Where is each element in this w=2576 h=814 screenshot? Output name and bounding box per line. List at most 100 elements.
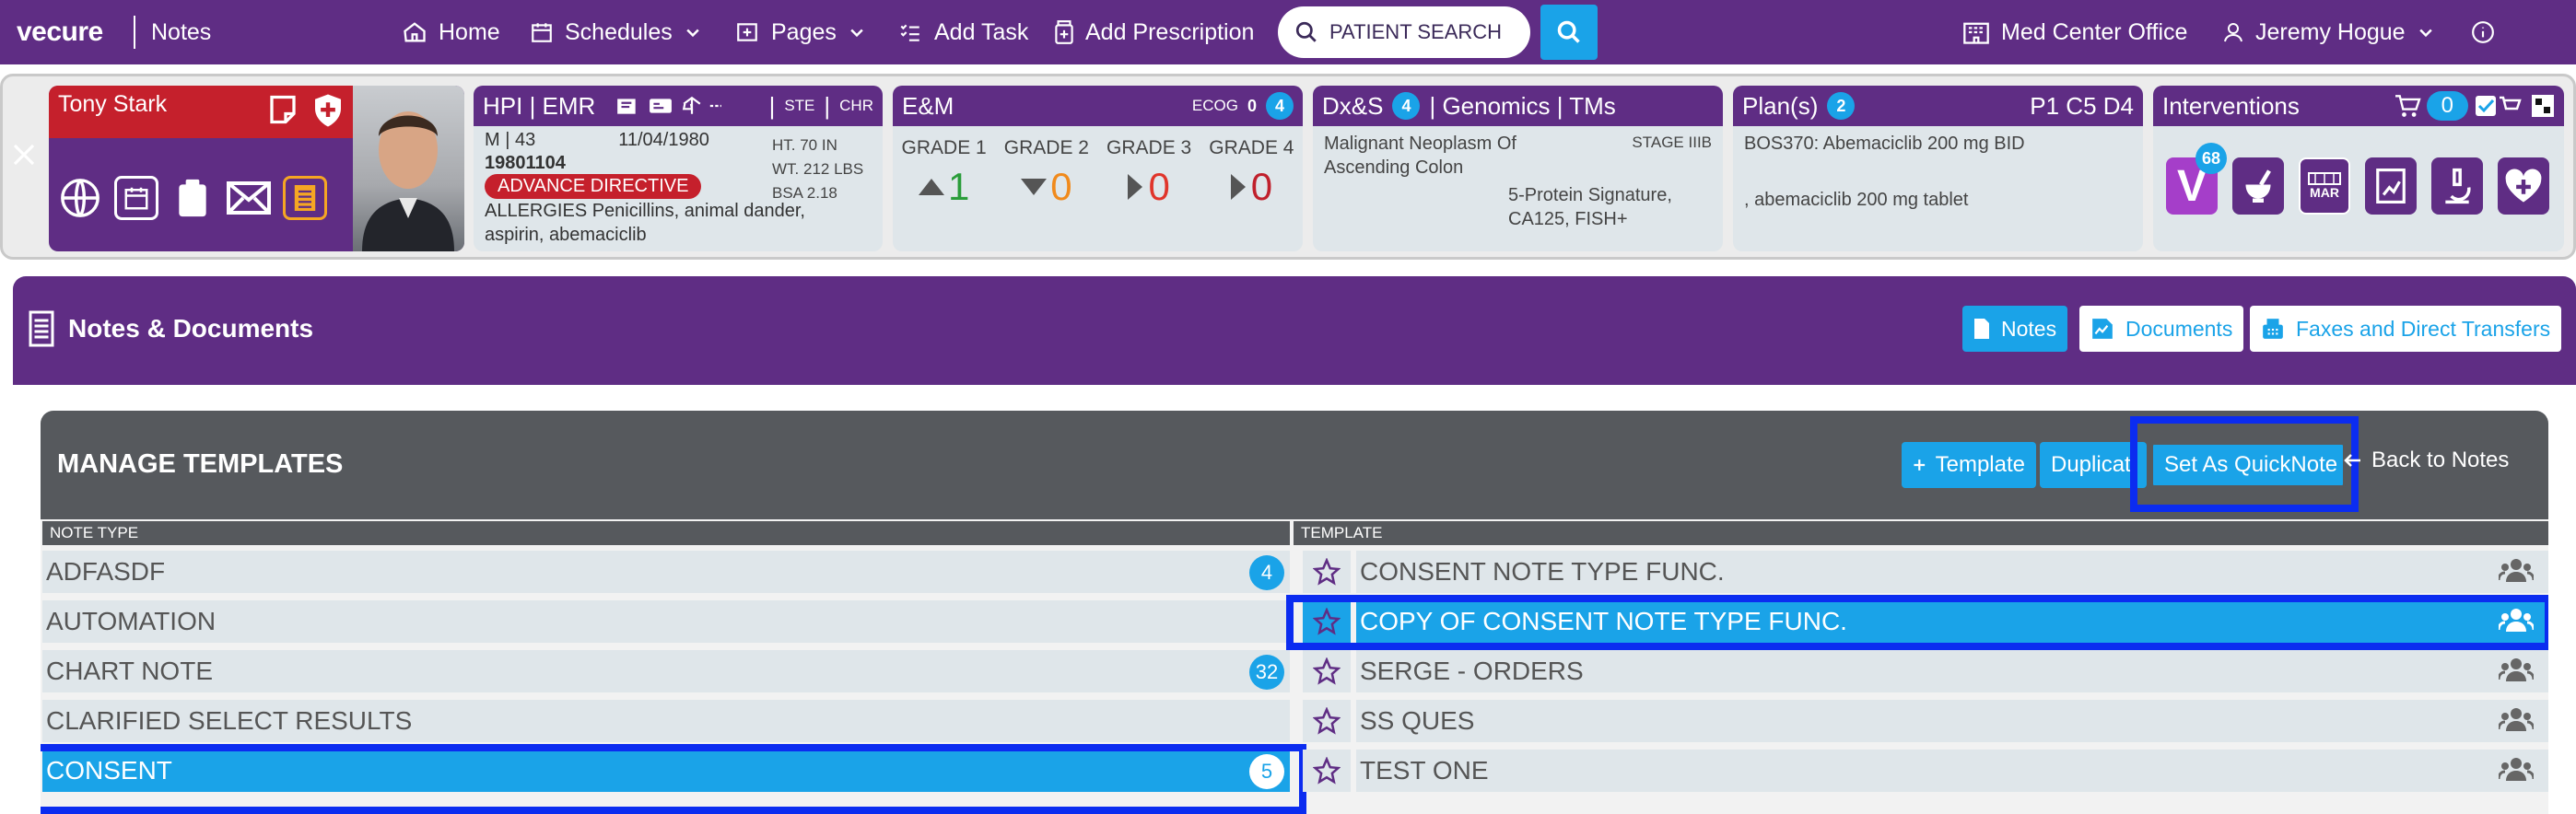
mortar-pestle-icon[interactable] — [2232, 157, 2284, 215]
template-name: COPY OF CONSENT NOTE TYPE FUNC. — [1360, 607, 1847, 635]
ecog-value: 0 — [1247, 96, 1257, 115]
grade-3[interactable]: GRADE 3 0 — [1103, 137, 1195, 209]
heart-plus-icon[interactable] — [2498, 157, 2549, 215]
nav-add-task[interactable]: Add Task — [897, 0, 1028, 64]
plan-card[interactable]: Plan(s) 2 P1 C5 D4 BOS370: Abemaciclib 2… — [1733, 86, 2143, 251]
info-button[interactable] — [2471, 0, 2495, 64]
patient-search-input[interactable] — [1329, 20, 1514, 44]
clipboard-icon[interactable] — [170, 176, 215, 220]
hpi-emr-card[interactable]: HPI | EMR | STE | CHR M | 43 11/04/1980 198… — [474, 86, 883, 251]
prescription-icon — [1054, 19, 1074, 45]
note-type-row-clarified-select-results[interactable]: CLARIFIED SELECT RESULTS — [42, 700, 1290, 742]
medical-cross-icon[interactable] — [309, 91, 347, 130]
patient-name: Tony Stark — [58, 91, 168, 117]
microscope-icon[interactable] — [2431, 157, 2483, 215]
grade-row: GRADE 1 1 GRADE 2 0 GRADE 3 0 GRADE 4 0 — [893, 126, 1303, 209]
note-type-row-chart-note[interactable]: CHART NOTE 32 — [42, 650, 1290, 692]
globe-icon[interactable] — [58, 176, 102, 220]
manage-templates-bar: MANAGE TEMPLATES Template Duplicat Set A… — [41, 411, 2548, 519]
back-to-notes-label: Back to Notes — [2371, 448, 2510, 472]
chr-tag[interactable]: CHR — [839, 92, 873, 121]
task-list-icon — [897, 20, 923, 44]
nav-add-prescription-label: Add Prescription — [1085, 18, 1255, 45]
calendar-icon — [530, 20, 554, 44]
template-row[interactable]: CONSENT NOTE TYPE FUNC. — [1356, 551, 2548, 593]
document-list-icon[interactable] — [283, 176, 327, 220]
search-button[interactable] — [1540, 5, 1598, 60]
calendar-icon[interactable] — [114, 176, 158, 220]
hpi-tool-icons — [615, 96, 722, 116]
advance-directive-badge[interactable]: ADVANCE DIRECTIVE — [485, 174, 702, 199]
brand-logo[interactable]: vecure — [17, 0, 103, 64]
template-row[interactable]: TEST ONE — [1356, 750, 2548, 792]
chevron-down-icon — [848, 23, 866, 41]
add-template-label: Template — [1935, 452, 2025, 477]
favorite-star-button[interactable] — [1303, 551, 1351, 593]
dx-card-header: Dx&S 4 | Genomics | TMs — [1313, 86, 1723, 126]
weight-value: WT. 212 LBS — [772, 160, 864, 178]
template-row[interactable]: SS QUES — [1356, 700, 2548, 742]
favorite-star-button[interactable] — [1303, 700, 1351, 742]
nav-add-task-label: Add Task — [934, 18, 1029, 45]
tab-documents-label: Documents — [2125, 316, 2233, 341]
top-navigation-bar: vecure Notes Home Schedules Pages Add Ta… — [0, 0, 2576, 64]
nav-add-prescription[interactable]: Add Prescription — [1054, 0, 1254, 64]
note-type-row-adfasdf[interactable]: ADFASDF 4 — [42, 551, 1290, 593]
template-row-selected[interactable]: COPY OF CONSENT NOTE TYPE FUNC. — [1356, 600, 2548, 643]
favorite-star-button[interactable] — [1303, 650, 1351, 692]
office-label: Med Center Office — [2001, 18, 2188, 45]
ste-tag[interactable]: STE — [784, 92, 814, 121]
set-as-quicknote-button[interactable]: Set As QuickNote — [2150, 442, 2346, 488]
tab-faxes[interactable]: Faxes and Direct Transfers — [2250, 306, 2562, 352]
nav-schedules[interactable]: Schedules — [530, 0, 702, 64]
note-icon[interactable] — [266, 93, 299, 126]
template-column-header: TEMPLATE — [1294, 521, 2548, 545]
note-type-row-consent[interactable]: CONSENT 5 — [42, 750, 1290, 792]
nav-home[interactable]: Home — [402, 0, 500, 64]
office-selector[interactable]: Med Center Office — [1962, 0, 2187, 64]
patient-search-field[interactable] — [1278, 6, 1530, 58]
tab-notes-label: Notes — [2001, 316, 2057, 341]
mail-icon[interactable] — [227, 176, 271, 220]
interventions-card[interactable]: Interventions 0 V 68 MAR — [2153, 86, 2564, 251]
grade-4[interactable]: GRADE 4 0 — [1205, 137, 1297, 209]
favorite-star-button[interactable] — [1303, 750, 1351, 792]
id-card-icon — [650, 99, 673, 113]
v-badge: 68 — [2195, 143, 2227, 174]
scale-icon — [683, 96, 722, 114]
em-card[interactable]: E&M ECOG 0 4 GRADE 1 1 GRADE 2 0 GRADE 3… — [893, 86, 1303, 251]
patient-name-bar[interactable]: Tony Stark — [49, 86, 353, 138]
nav-home-label: Home — [439, 18, 500, 45]
nav-pages[interactable]: Pages — [734, 0, 866, 64]
grade-1-value: 1 — [947, 165, 970, 208]
template-name: CONSENT NOTE TYPE FUNC. — [1360, 557, 1725, 586]
user-menu[interactable]: Jeremy Hogue — [2222, 0, 2435, 64]
grade-1[interactable]: GRADE 1 1 — [898, 137, 990, 209]
favorite-star-button[interactable] — [1303, 600, 1351, 643]
v-intervention-button[interactable]: V 68 — [2166, 143, 2227, 215]
chart-report-icon[interactable] — [2365, 157, 2417, 215]
note-type-row-automation[interactable]: AUTOMATION — [42, 600, 1290, 643]
patient-sex-age: M | 43 — [485, 130, 536, 150]
tab-documents[interactable]: Documents — [2079, 306, 2244, 352]
fax-icon — [2263, 319, 2283, 339]
chart-file-icon — [2092, 319, 2113, 339]
tab-notes[interactable]: Notes — [1962, 306, 2068, 352]
back-to-notes-link[interactable]: Back to Notes — [2344, 448, 2509, 473]
grade-2[interactable]: GRADE 2 0 — [1001, 137, 1093, 209]
template-row[interactable]: SERGE - ORDERS — [1356, 650, 2548, 692]
chevron-down-icon — [2417, 23, 2435, 41]
mar-button[interactable]: MAR — [2299, 157, 2350, 215]
shared-users-icon — [2499, 658, 2534, 681]
checked-cart-icon — [2476, 96, 2522, 116]
cart-count: 0 — [2426, 91, 2468, 121]
patient-dob: 11/04/1980 — [618, 130, 709, 150]
cart-group[interactable]: 0 — [2394, 91, 2555, 121]
user-name: Jeremy Hogue — [2255, 18, 2406, 45]
diagnosis-card[interactable]: Dx&S 4 | Genomics | TMs Malignant Neopla… — [1313, 86, 1723, 251]
add-template-button[interactable]: Template — [1902, 442, 2036, 488]
duplicate-button[interactable]: Duplicat — [2040, 442, 2147, 488]
plan-card-body: BOS370: Abemaciclib 200 mg BID , abemaci… — [1733, 126, 2143, 218]
collapse-header-button[interactable] — [10, 141, 38, 169]
star-icon — [1313, 558, 1341, 586]
